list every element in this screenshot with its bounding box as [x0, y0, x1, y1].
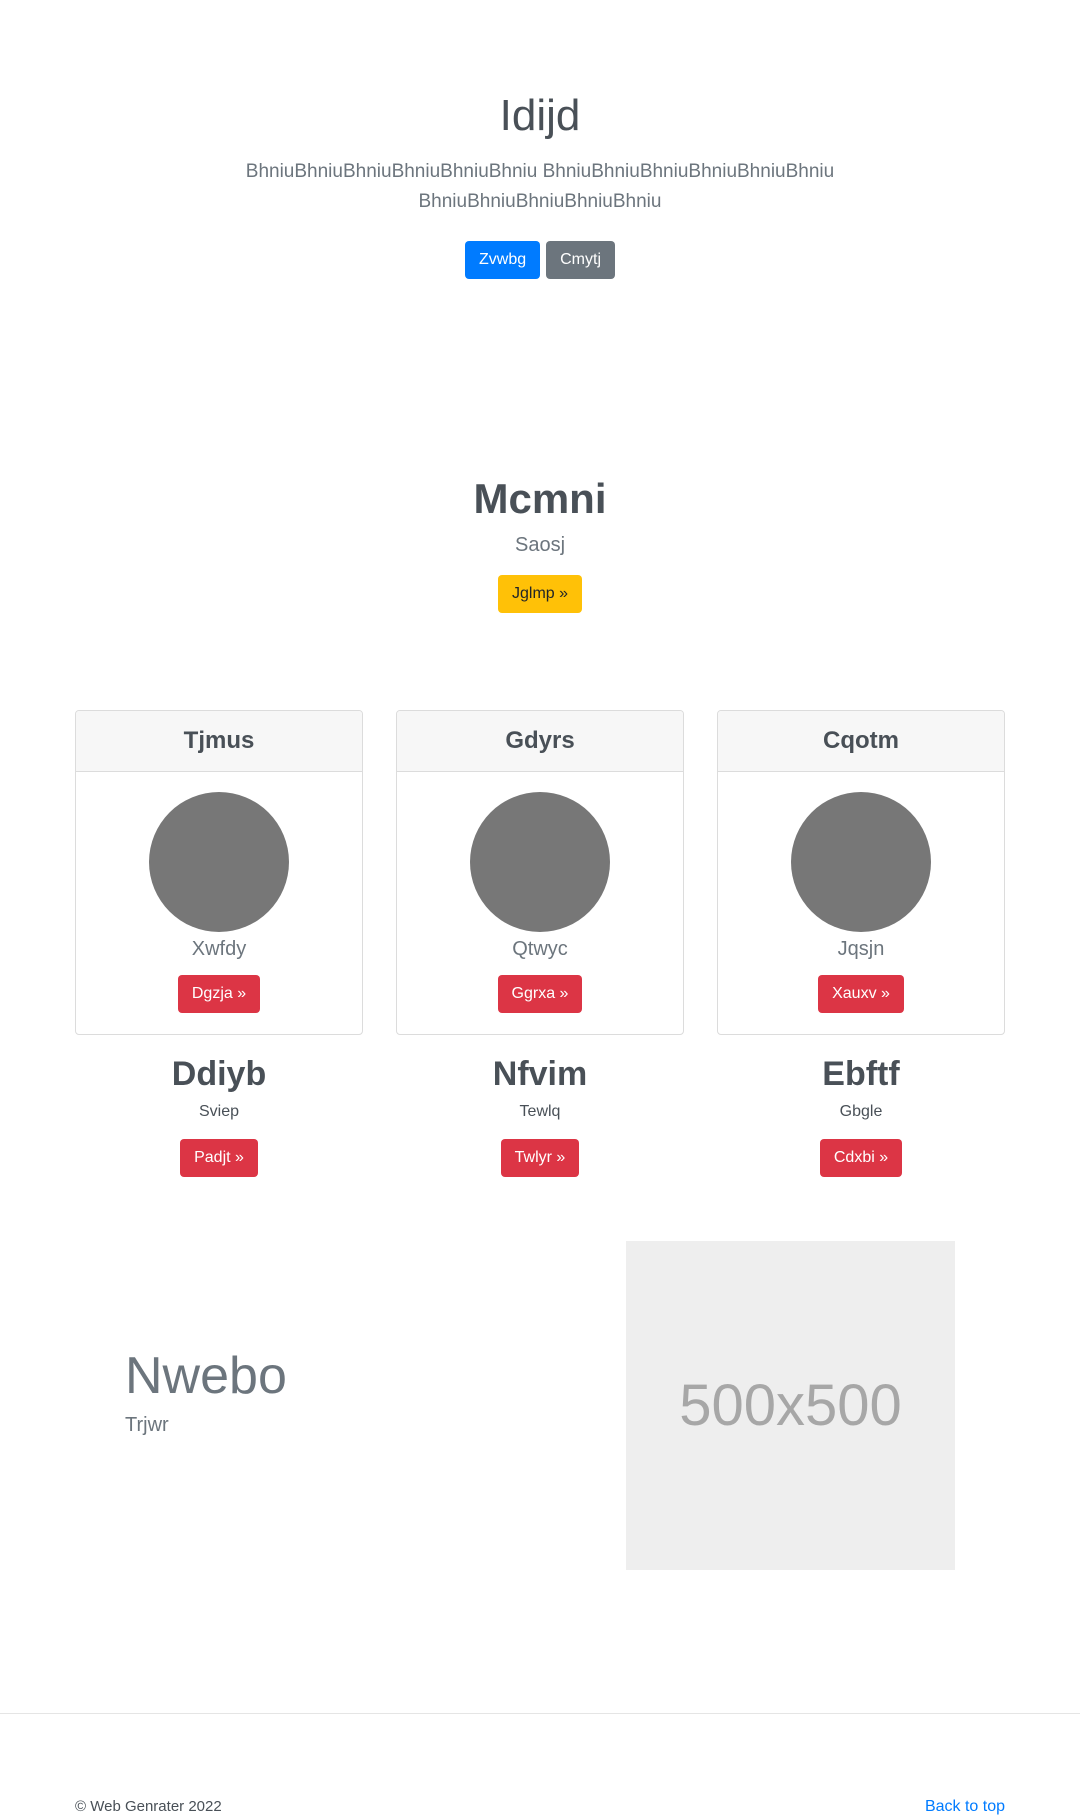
back-to-top-link[interactable]: Back to top [925, 1798, 1005, 1816]
card-header: Cqotm [718, 711, 1004, 772]
split-title: Nwebo [125, 1347, 287, 1405]
image-placeholder-label: 500x500 [679, 1373, 902, 1438]
column-button[interactable]: Cdxbi » [819, 1138, 903, 1177]
card: Gdyrs Qtwyc Ggrxa » [396, 710, 684, 1035]
card-text: Qtwyc [512, 938, 568, 960]
avatar-placeholder [470, 792, 610, 932]
card-button[interactable]: Xauxv » [818, 975, 904, 1013]
column-button[interactable]: Twlyr » [500, 1138, 580, 1177]
column-text: Tewlq [519, 1102, 561, 1120]
card-body: Jqsjn Xauxv » [718, 772, 1004, 1013]
column-title: Ddiyb [171, 1055, 267, 1093]
avatar-placeholder [149, 792, 289, 932]
feature-subtitle: Saosj [514, 534, 566, 557]
card: Tjmus Xwfdy Dgzja » [75, 710, 363, 1035]
footer-divider [0, 1713, 1080, 1714]
column-title: Nfvim [492, 1055, 588, 1093]
column-title: Ebftf [822, 1055, 900, 1093]
column: Nfvim Tewlq Twlyr » [396, 1054, 684, 1177]
split-subtitle: Trjwr [125, 1414, 169, 1436]
card-deck: Tjmus Xwfdy Dgzja » Gdyrs Qtwyc Ggrxa » … [75, 710, 1005, 1035]
avatar-placeholder [791, 792, 931, 932]
card-body: Qtwyc Ggrxa » [397, 772, 683, 1013]
hero-title: Idijd [499, 91, 581, 140]
feature-title: Mcmni [473, 475, 607, 522]
feature-button[interactable]: Jglmp » [497, 575, 583, 614]
card-text: Xwfdy [191, 938, 247, 960]
footer-copyright: © Web Genrater 2022 [75, 1798, 222, 1815]
card-body: Xwfdy Dgzja » [76, 772, 362, 1013]
hero-lead: BhniuBhniuBhniuBhniuBhniuBhniu BhniuBhni… [245, 160, 835, 212]
card-header: Gdyrs [397, 711, 683, 772]
hero-section: Idijd BhniuBhniuBhniuBhniuBhniuBhniu Bhn… [0, 90, 1080, 279]
card-text: Jqsjn [837, 938, 885, 960]
column: Ddiyb Sviep Padjt » [75, 1054, 363, 1177]
image-placeholder: 500x500 [626, 1241, 955, 1570]
hero-primary-button[interactable]: Zvwbg [464, 240, 541, 279]
hero-buttons: Zvwbg Cmytj [0, 240, 1080, 279]
column: Ebftf Gbgle Cdxbi » [717, 1054, 1005, 1177]
columns-section: Ddiyb Sviep Padjt » Nfvim Tewlq Twlyr » … [75, 1054, 1005, 1177]
hero-secondary-button[interactable]: Cmytj [546, 240, 615, 279]
feature-section: Mcmni Saosj Jglmp » [0, 474, 1080, 614]
card: Cqotm Jqsjn Xauxv » [717, 710, 1005, 1035]
card-button[interactable]: Ggrxa » [497, 975, 583, 1013]
column-text: Gbgle [839, 1102, 883, 1120]
card-button[interactable]: Dgzja » [177, 975, 261, 1013]
column-text: Sviep [198, 1102, 240, 1120]
column-button[interactable]: Padjt » [180, 1138, 258, 1177]
card-header: Tjmus [76, 711, 362, 772]
page: Idijd BhniuBhniuBhniuBhniuBhniuBhniu Bhn… [0, 0, 1080, 1820]
